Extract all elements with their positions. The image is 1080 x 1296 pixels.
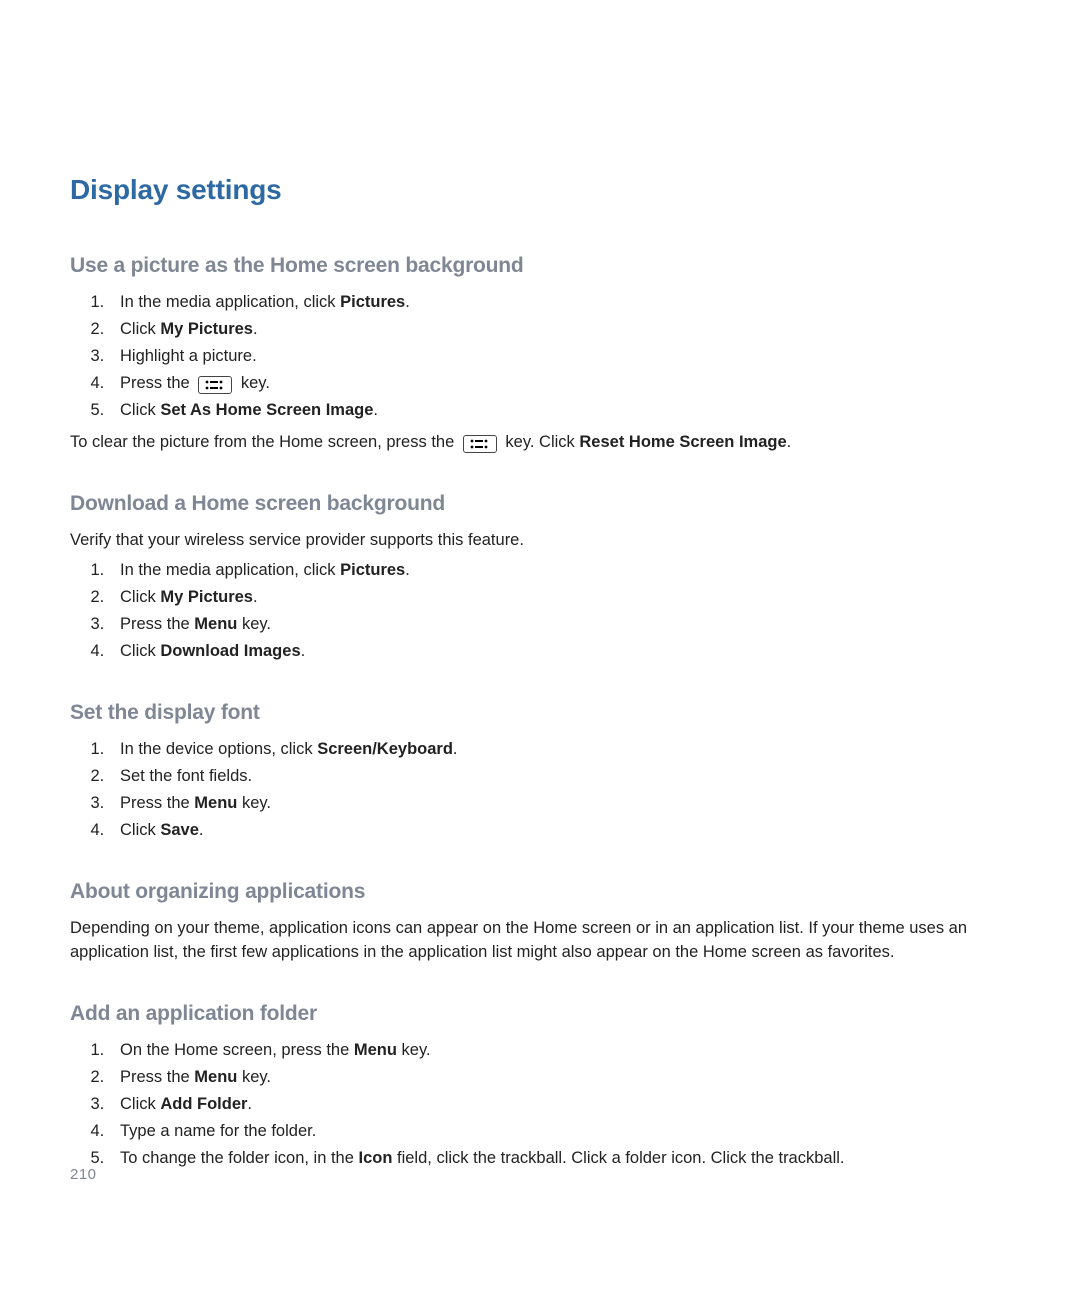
- section-intro: Verify that your wireless service provid…: [70, 529, 1010, 553]
- step-text: Click: [120, 588, 160, 606]
- page-title: Display settings: [70, 170, 1010, 211]
- section-body: Depending on your theme, application ico…: [70, 917, 1010, 965]
- section-heading-display-font: Set the display font: [70, 698, 1010, 728]
- list-item: Click Save.: [118, 819, 1010, 843]
- step-bold: Screen/Keyboard: [317, 740, 453, 758]
- menu-key-icon: [463, 435, 497, 453]
- step-text: Press the: [120, 615, 194, 633]
- step-text: Type a name for the folder.: [120, 1122, 316, 1140]
- step-text: In the media application, click: [120, 293, 340, 311]
- step-text: Click: [120, 821, 160, 839]
- steps-download-bg: In the media application, click Pictures…: [70, 559, 1010, 664]
- step-text: Click: [120, 320, 160, 338]
- list-item: Type a name for the folder.: [118, 1120, 1010, 1144]
- step-text: Click: [120, 1095, 160, 1113]
- step-text: key.: [237, 794, 271, 812]
- step-bold: My Pictures: [160, 320, 253, 338]
- step-text: Click: [120, 642, 160, 660]
- step-bold: Pictures: [340, 293, 405, 311]
- step-text: key.: [237, 1068, 271, 1086]
- list-item: On the Home screen, press the Menu key.: [118, 1039, 1010, 1063]
- menu-key-icon: [198, 376, 232, 394]
- step-text: To change the folder icon, in the: [120, 1149, 359, 1167]
- steps-use-picture: In the media application, click Pictures…: [70, 291, 1010, 423]
- steps-add-folder: On the Home screen, press the Menu key. …: [70, 1039, 1010, 1171]
- list-item: In the device options, click Screen/Keyb…: [118, 738, 1010, 762]
- step-text: In the media application, click: [120, 561, 340, 579]
- step-text: Highlight a picture.: [120, 347, 257, 365]
- list-item: Click Set As Home Screen Image.: [118, 399, 1010, 423]
- step-text: Press the: [120, 794, 194, 812]
- step-bold: Pictures: [340, 561, 405, 579]
- step-bold: Menu: [194, 1068, 237, 1086]
- step-bold: Menu: [194, 794, 237, 812]
- step-bold: Save: [160, 821, 199, 839]
- step-bold: Menu: [194, 615, 237, 633]
- list-item: Click Download Images.: [118, 640, 1010, 664]
- step-bold: Add Folder: [160, 1095, 247, 1113]
- list-item: Click Add Folder.: [118, 1093, 1010, 1117]
- step-text: field, click the trackball. Click a fold…: [392, 1149, 844, 1167]
- step-text: Press the: [120, 374, 194, 392]
- steps-display-font: In the device options, click Screen/Keyb…: [70, 738, 1010, 843]
- step-bold: Icon: [359, 1149, 393, 1167]
- list-item: Set the font fields.: [118, 765, 1010, 789]
- section-heading-add-folder: Add an application folder: [70, 999, 1010, 1029]
- step-bold: Menu: [354, 1041, 397, 1059]
- list-item: Press the Menu key.: [118, 613, 1010, 637]
- list-item: Click My Pictures.: [118, 586, 1010, 610]
- document-page: Display settings Use a picture as the Ho…: [0, 0, 1080, 1296]
- list-item: Press the Menu key.: [118, 1066, 1010, 1090]
- list-item: In the media application, click Pictures…: [118, 559, 1010, 583]
- list-item: Press the Menu key.: [118, 792, 1010, 816]
- step-text: key.: [397, 1041, 431, 1059]
- step-bold: Download Images: [160, 642, 300, 660]
- step-text: Click: [120, 401, 160, 419]
- step-bold: Set As Home Screen Image: [160, 401, 373, 419]
- step-bold: My Pictures: [160, 588, 253, 606]
- step-text: key.: [237, 615, 271, 633]
- list-item: Highlight a picture.: [118, 345, 1010, 369]
- list-item: In the media application, click Pictures…: [118, 291, 1010, 315]
- section-footer: To clear the picture from the Home scree…: [70, 431, 1010, 455]
- step-text: On the Home screen, press the: [120, 1041, 354, 1059]
- list-item: Press the key.: [118, 372, 1010, 396]
- step-text: Press the: [120, 1068, 194, 1086]
- footer-bold: Reset Home Screen Image: [579, 433, 786, 451]
- page-number: 210: [70, 1164, 97, 1186]
- list-item: Click My Pictures.: [118, 318, 1010, 342]
- footer-text: To clear the picture from the Home scree…: [70, 433, 459, 451]
- step-text: In the device options, click: [120, 740, 317, 758]
- section-heading-use-picture: Use a picture as the Home screen backgro…: [70, 251, 1010, 281]
- section-heading-download-bg: Download a Home screen background: [70, 489, 1010, 519]
- section-heading-organizing-apps: About organizing applications: [70, 877, 1010, 907]
- step-text: key.: [236, 374, 270, 392]
- list-item: To change the folder icon, in the Icon f…: [118, 1147, 1010, 1171]
- step-text: Set the font fields.: [120, 767, 252, 785]
- footer-text: key. Click: [501, 433, 580, 451]
